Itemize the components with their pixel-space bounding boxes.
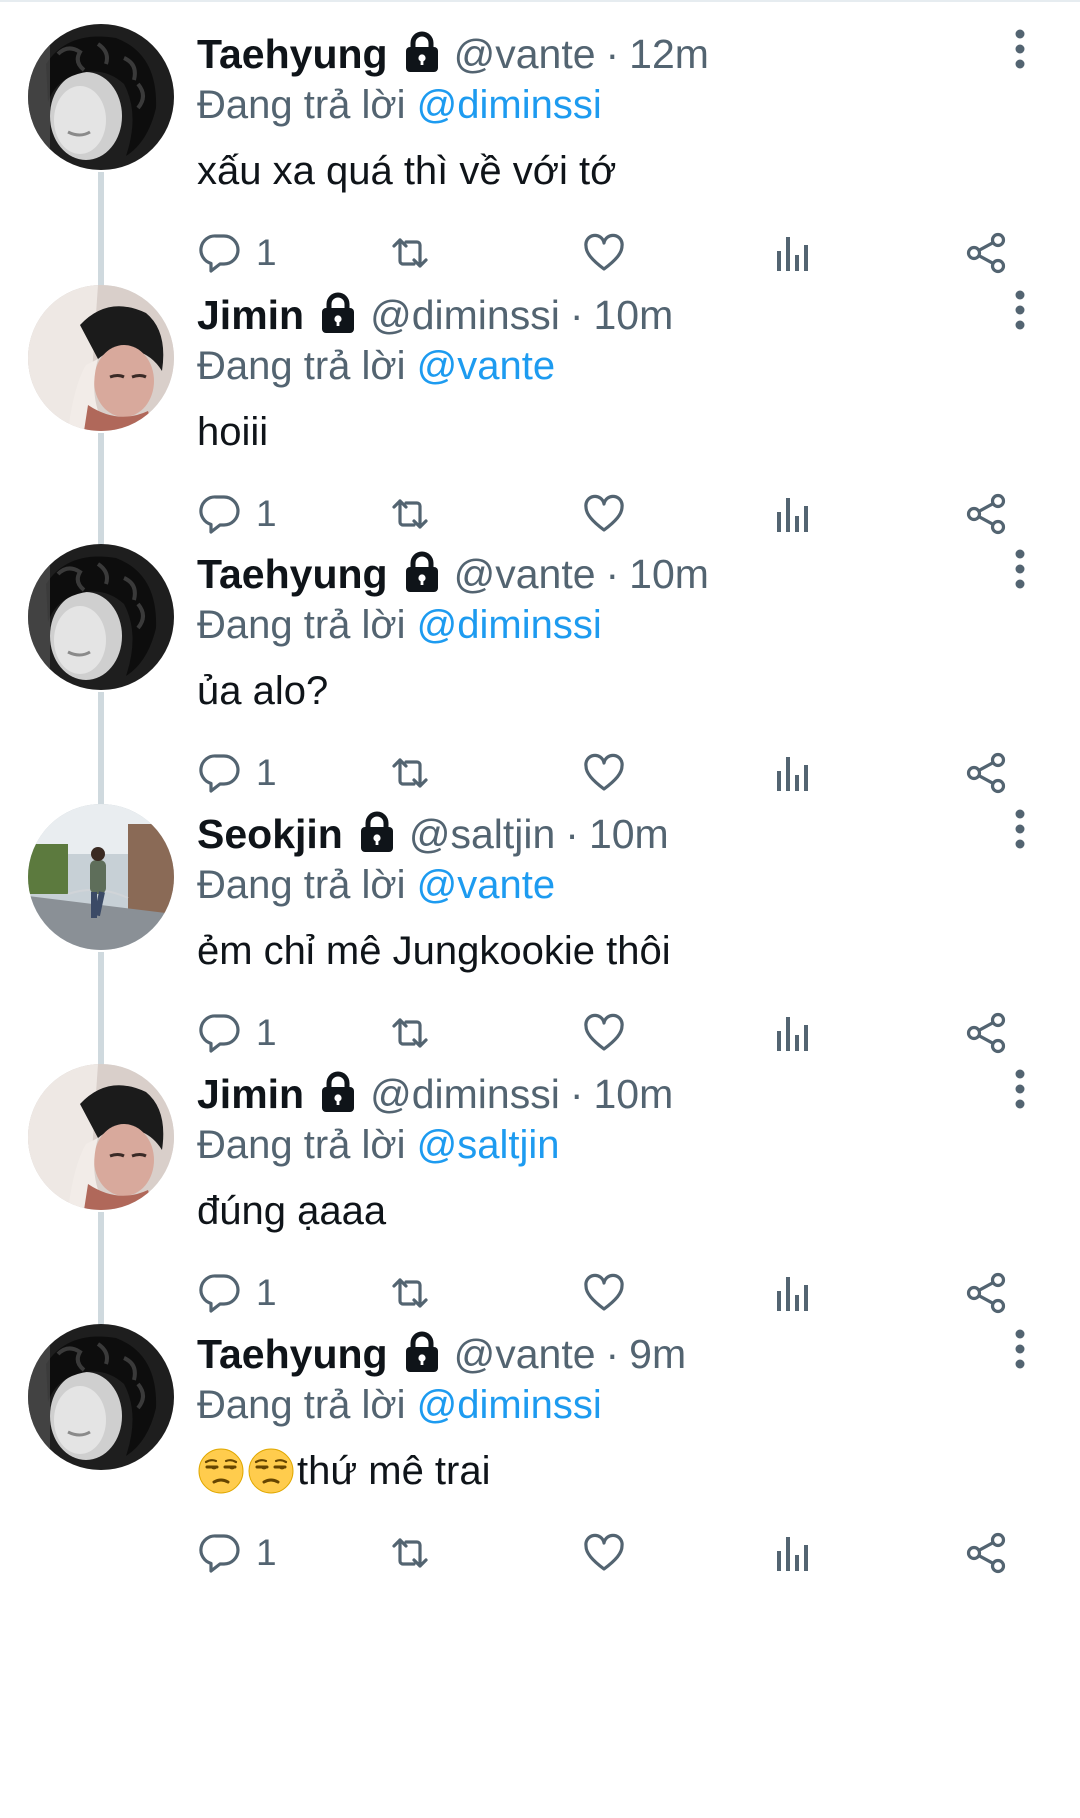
tweet-text: xấu xa quá thì về với tớ xyxy=(197,145,616,197)
tweet-header: Jimin @diminssi · 10m xyxy=(197,1068,673,1120)
replying-to: Đang trả lời @diminssi xyxy=(197,1379,602,1431)
tweet-3[interactable]: Taehyung @vante · 10m Đang trả lời @dimi… xyxy=(0,520,1080,821)
reply-to-mention[interactable]: @diminssi xyxy=(417,1383,602,1427)
tweet-text: ẻm chỉ mê Jungkookie thôi xyxy=(197,925,671,977)
unamused-face-emoji xyxy=(247,1447,295,1495)
tweet-1[interactable]: Taehyung @vante · 12m Đang trả lời @dimi… xyxy=(0,0,1080,301)
separator-dot: · xyxy=(569,292,584,338)
timestamp[interactable]: 10m xyxy=(629,548,709,600)
reply-prefix: Đang trả lời xyxy=(197,863,406,907)
tweet-header: Seokjin @saltjin · 10m xyxy=(197,808,669,860)
share-icon xyxy=(964,1531,1008,1575)
avatar-taehyung[interactable] xyxy=(28,24,174,170)
separator-dot: · xyxy=(605,551,620,597)
tweet-6[interactable]: Taehyung @vante · 9m Đang trả lời @dimin… xyxy=(0,1300,1080,1601)
reply-to-mention[interactable]: @saltjin xyxy=(417,1123,560,1167)
more-vertical-icon[interactable] xyxy=(1004,289,1036,331)
lock-icon xyxy=(318,1070,358,1114)
lock-icon xyxy=(318,291,358,335)
tweet-text-content: đúng ạaaa xyxy=(197,1189,387,1233)
tweet-text: ủa alo? xyxy=(197,665,328,717)
tweet-header: Taehyung @vante · 9m xyxy=(197,1328,686,1380)
analytics-icon xyxy=(772,1531,816,1575)
display-name[interactable]: Jimin xyxy=(197,289,304,341)
display-name[interactable]: Jimin xyxy=(197,1068,304,1120)
user-handle[interactable]: @saltjin xyxy=(409,808,555,860)
display-name[interactable]: Taehyung xyxy=(197,1328,388,1380)
more-vertical-icon[interactable] xyxy=(1004,808,1036,850)
separator-dot: · xyxy=(605,1331,620,1377)
reply-prefix: Đang trả lời xyxy=(197,1123,406,1167)
more-vertical-icon[interactable] xyxy=(1004,1328,1036,1370)
reply-prefix: Đang trả lời xyxy=(197,1383,406,1427)
timestamp[interactable]: 10m xyxy=(593,1068,673,1120)
user-handle[interactable]: @diminssi xyxy=(370,289,560,341)
tweet-text: thứ mê trai xyxy=(197,1445,491,1497)
display-name[interactable]: Seokjin xyxy=(197,808,343,860)
reply-prefix: Đang trả lời xyxy=(197,344,406,388)
more-vertical-icon[interactable] xyxy=(1004,28,1036,70)
timestamp[interactable]: 10m xyxy=(589,808,669,860)
unamused-face-emoji xyxy=(197,1447,245,1495)
tweet-text: đúng ạaaa xyxy=(197,1185,386,1237)
user-handle[interactable]: @vante xyxy=(454,28,596,80)
tweet-text: hoiii xyxy=(197,406,268,458)
user-handle[interactable]: @vante xyxy=(454,1328,596,1380)
lock-icon xyxy=(357,810,397,854)
reply-to-mention[interactable]: @vante xyxy=(417,344,555,388)
avatar-jimin[interactable] xyxy=(28,1064,174,1210)
separator-dot: · xyxy=(569,1071,584,1117)
avatar-taehyung[interactable] xyxy=(28,1324,174,1470)
avatar-seokjin[interactable] xyxy=(28,804,174,950)
tweet-text-content: ủa alo? xyxy=(197,669,329,713)
reply-button[interactable]: 1 xyxy=(198,1525,277,1581)
reply-to-mention[interactable]: @diminssi xyxy=(417,83,602,127)
like-button[interactable] xyxy=(582,1525,626,1581)
reply-thread: Taehyung @vante · 12m Đang trả lời @dimi… xyxy=(0,0,1080,1818)
reply-icon xyxy=(198,1531,242,1575)
lock-icon xyxy=(402,1330,442,1374)
user-handle[interactable]: @vante xyxy=(454,548,596,600)
user-handle[interactable]: @diminssi xyxy=(370,1068,560,1120)
tweet-actions: 1 xyxy=(0,1525,1080,1581)
tweet-text-content: thứ mê trai xyxy=(297,1449,491,1493)
reply-prefix: Đang trả lời xyxy=(197,83,406,127)
tweet-text-content: hoiii xyxy=(197,410,269,454)
tweet-header: Taehyung @vante · 10m xyxy=(197,548,709,600)
reply-count: 1 xyxy=(256,1532,277,1573)
display-name[interactable]: Taehyung xyxy=(197,548,388,600)
timestamp[interactable]: 10m xyxy=(593,289,673,341)
avatar-taehyung[interactable] xyxy=(28,544,174,690)
share-button[interactable] xyxy=(964,1525,1008,1581)
retweet-button[interactable] xyxy=(388,1525,432,1581)
replying-to: Đang trả lời @saltjin xyxy=(197,1119,560,1171)
replying-to: Đang trả lời @vante xyxy=(197,340,555,392)
replying-to: Đang trả lời @vante xyxy=(197,859,555,911)
tweet-text-content: ẻm chỉ mê Jungkookie thôi xyxy=(197,929,671,973)
timestamp[interactable]: 9m xyxy=(629,1328,686,1380)
reply-prefix: Đang trả lời xyxy=(197,603,406,647)
separator-dot: · xyxy=(565,811,579,857)
reply-to-mention[interactable]: @vante xyxy=(417,863,555,907)
tweet-text-content: xấu xa quá thì về với tớ xyxy=(197,149,617,193)
analytics-button[interactable] xyxy=(772,1525,816,1581)
lock-icon xyxy=(402,30,442,74)
like-icon xyxy=(582,1531,626,1575)
reply-to-mention[interactable]: @diminssi xyxy=(417,603,602,647)
avatar-jimin[interactable] xyxy=(28,285,174,431)
display-name[interactable]: Taehyung xyxy=(197,28,388,80)
replying-to: Đang trả lời @diminssi xyxy=(197,599,602,651)
replying-to: Đang trả lời @diminssi xyxy=(197,79,602,131)
timestamp[interactable]: 12m xyxy=(629,28,709,80)
more-vertical-icon[interactable] xyxy=(1004,1068,1036,1110)
tweet-5[interactable]: Jimin @diminssi · 10m Đang trả lời @salt… xyxy=(0,1040,1080,1341)
tweet-2[interactable]: Jimin @diminssi · 10m Đang trả lời @vant… xyxy=(0,261,1080,562)
tweet-header: Jimin @diminssi · 10m xyxy=(197,289,673,341)
retweet-icon xyxy=(388,1531,432,1575)
tweet-4[interactable]: Seokjin @saltjin · 10m Đang trả lời @van… xyxy=(0,780,1080,1081)
tweet-header: Taehyung @vante · 12m xyxy=(197,28,709,80)
more-vertical-icon[interactable] xyxy=(1004,548,1036,590)
separator-dot: · xyxy=(605,31,620,77)
lock-icon xyxy=(402,550,442,594)
